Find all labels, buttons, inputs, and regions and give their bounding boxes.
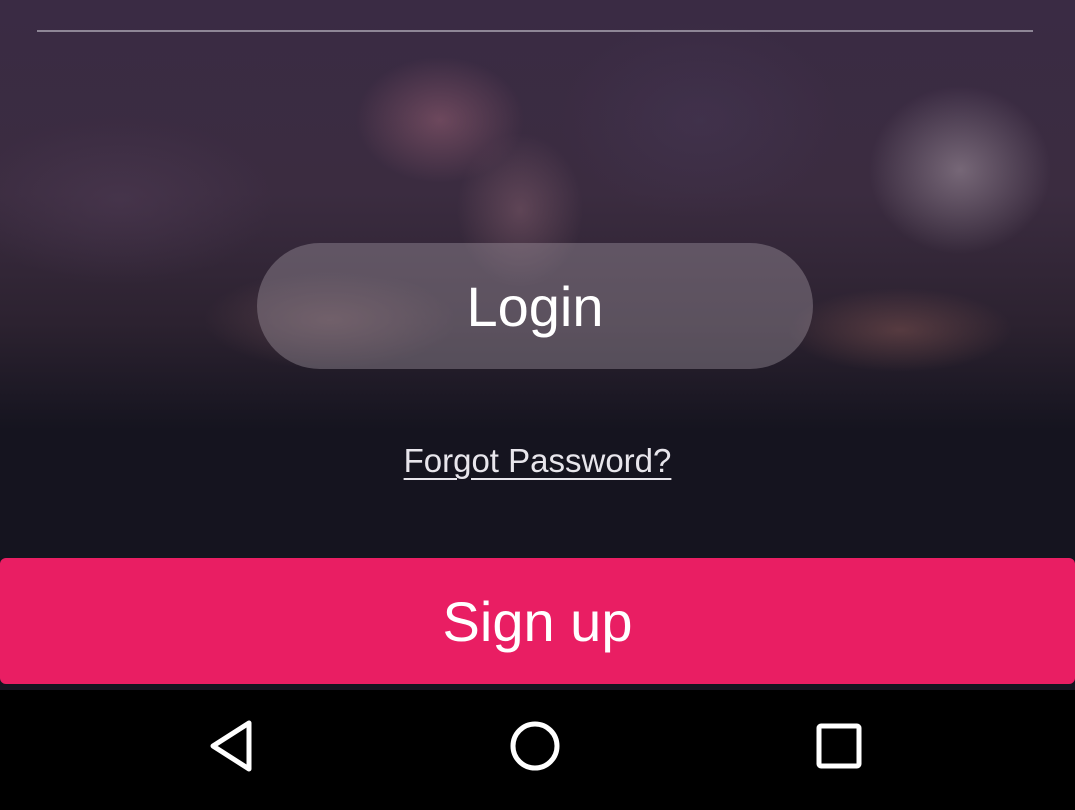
forgot-password-row: Forgot Password? [0,442,1075,480]
input-underline [37,30,1033,32]
app-content: Login Forgot Password? Sign up [0,0,1075,690]
login-button[interactable]: Login [257,243,813,369]
back-button[interactable] [193,710,273,782]
recents-button[interactable] [799,710,879,782]
back-triangle-icon [210,720,252,772]
recents-square-icon [816,723,862,769]
system-navigation-bar [0,690,1075,810]
login-screen: Login Forgot Password? Sign up [0,0,1075,810]
home-circle-icon [510,721,560,771]
home-button[interactable] [495,710,575,782]
forgot-password-link[interactable]: Forgot Password? [404,442,672,479]
signup-button[interactable]: Sign up [0,558,1075,684]
